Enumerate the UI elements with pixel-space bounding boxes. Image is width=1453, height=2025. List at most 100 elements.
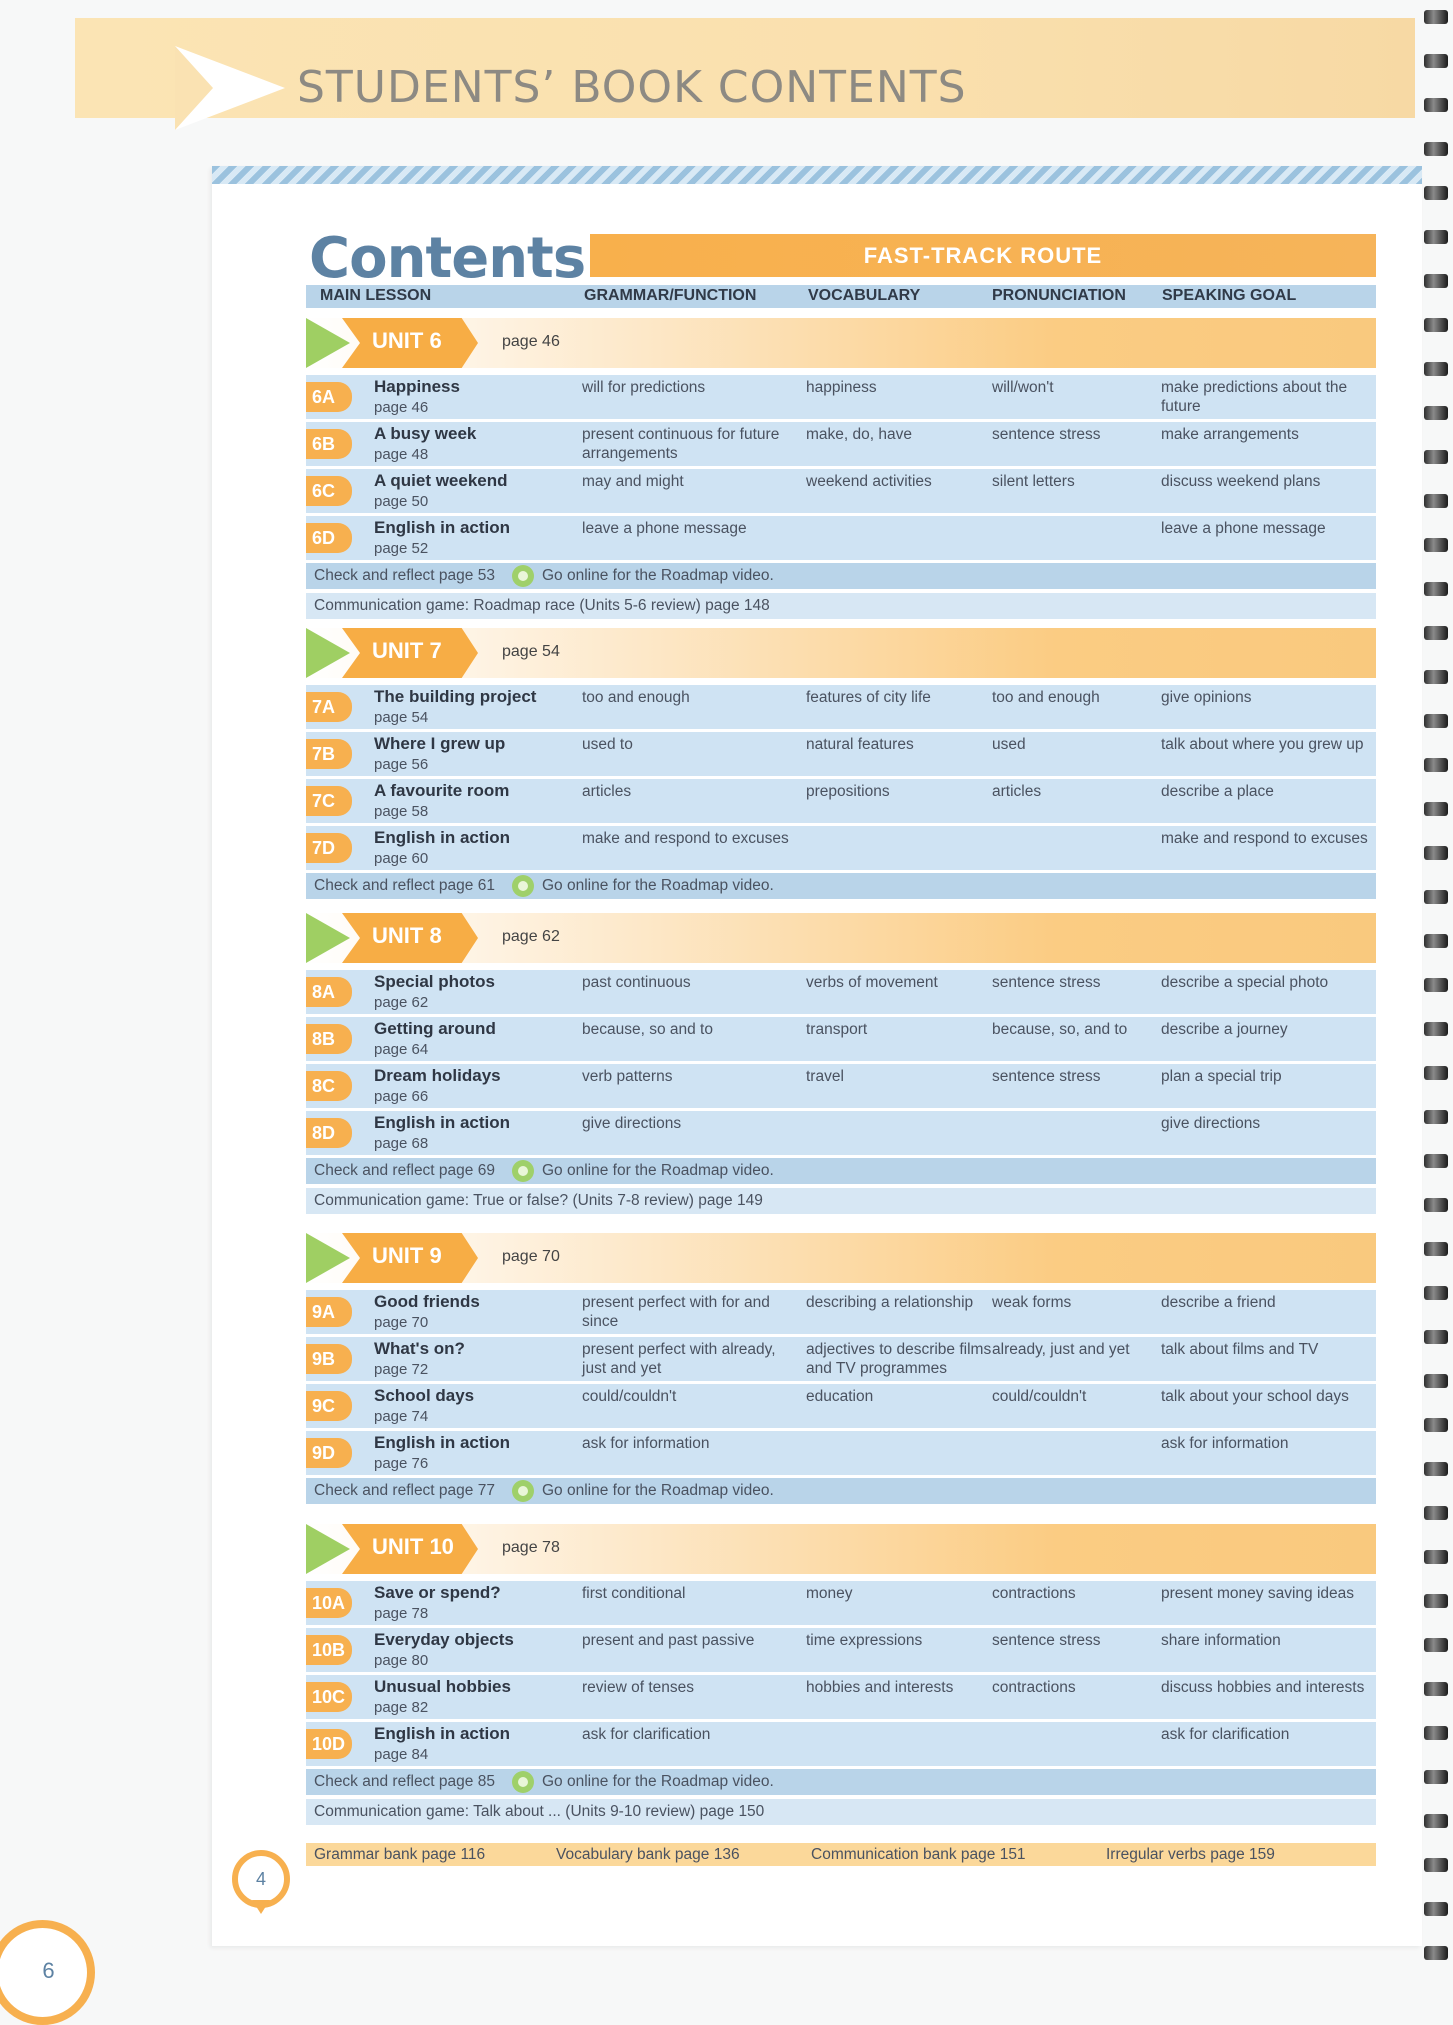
check-and-reflect-text: Check and reflect page 53 <box>314 567 495 584</box>
lesson-page: page 84 <box>374 1746 429 1763</box>
check-and-reflect-row[interactable]: Check and reflect page 85 Go online for t… <box>306 1769 1376 1795</box>
unit-band: UNIT 10 page 78 <box>306 1524 1376 1574</box>
lesson-row[interactable]: 6D English in action page 52 leave a phone … <box>306 516 1376 560</box>
spiral-ring <box>1424 758 1448 772</box>
lesson-code: 10D <box>306 1729 352 1759</box>
check-and-reflect-row[interactable]: Check and reflect page 77 Go online for t… <box>306 1478 1376 1504</box>
spiral-ring <box>1424 1946 1448 1960</box>
lesson-vocabulary: transport <box>806 1021 868 1038</box>
communication-game-row[interactable]: Communication game: True or false? (Unit… <box>306 1188 1376 1214</box>
lesson-row[interactable]: 10A Save or spend? page 78 first conditiona… <box>306 1581 1376 1625</box>
lesson-title: English in action <box>374 1113 511 1132</box>
lesson-speaking-goal: talk about where you grew up <box>1161 736 1364 753</box>
spiral-ring <box>1424 10 1448 24</box>
communication-game-row[interactable]: Communication game: Talk about ... (Unit… <box>306 1799 1376 1825</box>
spiral-ring <box>1424 142 1448 156</box>
lesson-grammar: ask for clarification <box>582 1726 711 1743</box>
lesson-grammar: because, so and to <box>582 1021 713 1038</box>
lesson-grammar: will for predictions <box>582 379 706 396</box>
lesson-code: 6C <box>306 476 352 506</box>
lesson-vocabulary: time expressions <box>806 1632 923 1649</box>
lesson-row[interactable]: 8C Dream holidays page 66 verb patterns trav… <box>306 1064 1376 1108</box>
spiral-ring <box>1424 1286 1448 1300</box>
vocabulary-bank-link[interactable]: Vocabulary bank page 136 <box>556 1846 740 1864</box>
lesson-row[interactable]: 8A Special photos page 62 past continuous ve… <box>306 970 1376 1014</box>
lesson-row[interactable]: 9D English in action page 76 ask for inform… <box>306 1431 1376 1475</box>
lesson-page: page 76 <box>374 1455 429 1472</box>
lesson-code: 9D <box>306 1438 352 1468</box>
spiral-ring <box>1424 1022 1448 1036</box>
lesson-row[interactable]: 7A The building project page 54 too and eno… <box>306 685 1376 729</box>
lesson-title: Good friends <box>374 1292 480 1311</box>
video-icon <box>512 565 534 587</box>
lesson-row[interactable]: 7B Where I grew up page 56 used to natural f… <box>306 732 1376 776</box>
lesson-row[interactable]: 9C School days page 74 could/couldn't educat… <box>306 1384 1376 1428</box>
grammar-bank-link[interactable]: Grammar bank page 116 <box>314 1846 485 1864</box>
col-grammar: GRAMMAR/FUNCTION <box>584 287 757 304</box>
spiral-ring <box>1424 1726 1448 1740</box>
lesson-row[interactable]: 7D English in action page 60 make and respo… <box>306 826 1376 870</box>
video-icon <box>512 875 534 897</box>
video-icon <box>512 1480 534 1502</box>
unit-green-chevron <box>306 318 350 368</box>
lesson-page: page 74 <box>374 1408 429 1425</box>
lesson-grammar: past continuous <box>582 974 691 991</box>
lesson-row[interactable]: 10B Everyday objects page 80 present and pa… <box>306 1628 1376 1672</box>
check-and-reflect-text: Check and reflect page 69 <box>314 1162 495 1179</box>
unit-tag: UNIT 7 <box>342 628 478 678</box>
lesson-row[interactable]: 6B A busy week page 48 present continuous f… <box>306 422 1376 466</box>
spiral-ring <box>1424 978 1448 992</box>
lesson-pronunciation: sentence stress <box>992 1068 1101 1085</box>
lesson-row[interactable]: 9B What's on? page 72 present perfect with … <box>306 1337 1376 1381</box>
unit-page: page 62 <box>502 928 560 945</box>
lesson-speaking-goal: plan a special trip <box>1161 1068 1282 1085</box>
spiral-ring <box>1424 934 1448 948</box>
spiral-ring <box>1424 1242 1448 1256</box>
lesson-title: Where I grew up <box>374 734 506 753</box>
spiral-ring <box>1424 1110 1448 1124</box>
lesson-pronunciation: sentence stress <box>992 1632 1101 1649</box>
lesson-row[interactable]: 8D English in action page 68 give direction… <box>306 1111 1376 1155</box>
lesson-grammar: used to <box>582 736 633 753</box>
spiral-ring <box>1424 1814 1448 1828</box>
lesson-row[interactable]: 9A Good friends page 70 present perfect wit… <box>306 1290 1376 1334</box>
pin-tail-icon <box>252 1900 270 1914</box>
roadmap-video-text[interactable]: Go online for the Roadmap video. <box>542 877 774 895</box>
lesson-page: page 48 <box>374 446 429 463</box>
lesson-speaking-goal: talk about your school days <box>1161 1388 1349 1405</box>
lesson-row[interactable]: 6A Happiness page 46 will for predictions ha… <box>306 375 1376 419</box>
roadmap-video-text[interactable]: Go online for the Roadmap video. <box>542 1482 774 1500</box>
col-speaking-goal: SPEAKING GOAL <box>1162 287 1297 304</box>
communication-game-text: Communication game: Talk about ... (Unit… <box>314 1803 765 1820</box>
lesson-speaking-goal: describe a friend <box>1161 1294 1276 1311</box>
lesson-vocabulary: hobbies and interests <box>806 1679 954 1696</box>
lesson-row[interactable]: 8B Getting around page 64 because, so and t… <box>306 1017 1376 1061</box>
roadmap-video-text[interactable]: Go online for the Roadmap video. <box>542 1162 774 1180</box>
irregular-verbs-link[interactable]: Irregular verbs page 159 <box>1106 1846 1275 1864</box>
lesson-row[interactable]: 10C Unusual hobbies page 82 review of tense… <box>306 1675 1376 1719</box>
spiral-ring <box>1424 1594 1448 1608</box>
lesson-title: A busy week <box>374 424 477 443</box>
lesson-row[interactable]: 10D English in action page 84 ask for clari… <box>306 1722 1376 1766</box>
unit-page: page 54 <box>502 643 560 660</box>
roadmap-video-text[interactable]: Go online for the Roadmap video. <box>542 1773 774 1791</box>
roadmap-video-text[interactable]: Go online for the Roadmap video. <box>542 567 774 585</box>
lesson-title: Everyday objects <box>374 1630 514 1649</box>
lesson-title: English in action <box>374 1433 511 1452</box>
unit-tag: UNIT 8 <box>342 913 478 963</box>
lesson-code: 9C <box>306 1391 352 1421</box>
communication-game-row[interactable]: Communication game: Roadmap race (Units … <box>306 593 1376 619</box>
check-and-reflect-row[interactable]: Check and reflect page 53 Go online for t… <box>306 563 1376 589</box>
lesson-page: page 52 <box>374 540 429 557</box>
lesson-title: English in action <box>374 1724 511 1743</box>
communication-bank-link[interactable]: Communication bank page 151 <box>811 1846 1026 1864</box>
video-icon <box>512 1771 534 1793</box>
lesson-title: A favourite room <box>374 781 510 800</box>
lesson-row[interactable]: 7C A favourite room page 58 articles preposi… <box>306 779 1376 823</box>
spiral-ring <box>1424 1154 1448 1168</box>
lesson-row[interactable]: 6C A quiet weekend page 50 may and might wee… <box>306 469 1376 513</box>
check-and-reflect-row[interactable]: Check and reflect page 69 Go online for t… <box>306 1158 1376 1184</box>
lesson-vocabulary: make, do, have <box>806 426 912 443</box>
check-and-reflect-row[interactable]: Check and reflect page 61 Go online for t… <box>306 873 1376 899</box>
lesson-title: Happiness <box>374 377 460 396</box>
